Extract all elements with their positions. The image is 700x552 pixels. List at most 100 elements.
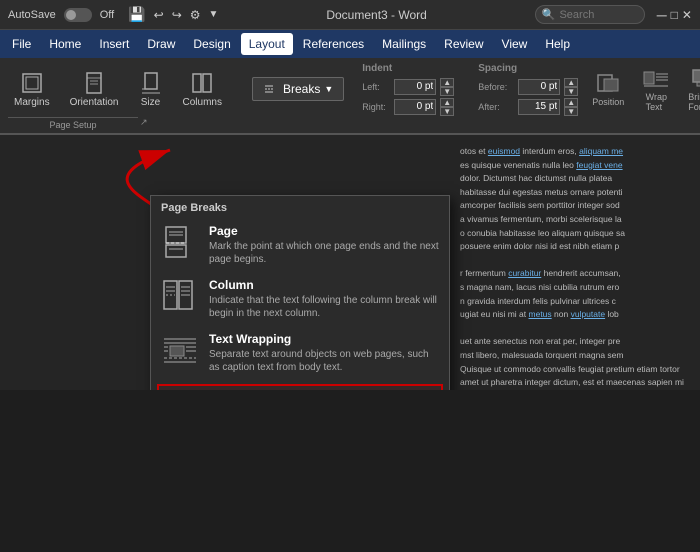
bring-forward-icon — [691, 66, 700, 90]
indent-left-input[interactable] — [394, 79, 436, 95]
indent-left-up[interactable]: ▲ — [440, 78, 454, 87]
break-textwrap-desc: Separate text around objects on web page… — [209, 348, 439, 374]
page-breaks-header: Page Breaks — [151, 196, 449, 218]
menu-references[interactable]: References — [295, 33, 372, 55]
title-bar-left: AutoSave Off 💾 ↩ ↪ ⚙ ▼ — [8, 6, 218, 23]
ribbon-labels-row: Page Setup ↗ — [0, 116, 700, 133]
title-bar: AutoSave Off 💾 ↩ ↪ ⚙ ▼ Document3 - Word … — [0, 0, 700, 30]
doc-line-18: amet ut pharetra integer dictum, est et … — [460, 376, 700, 390]
bring-forward-button[interactable]: BringForward — [682, 62, 700, 116]
maximize-button[interactable]: □ — [671, 8, 678, 22]
autosave-toggle[interactable] — [64, 8, 92, 22]
spacing-after-up[interactable]: ▲ — [564, 98, 578, 107]
doc-link-1[interactable]: euismod — [488, 146, 520, 156]
size-icon — [139, 71, 163, 95]
wrap-text-label: WrapText — [646, 92, 667, 112]
doc-link-6[interactable]: vulputate — [571, 309, 606, 319]
breaks-button[interactable]: Breaks ▼ — [252, 77, 344, 101]
break-textwrap-icon — [162, 333, 198, 369]
break-column-desc: Indicate that the text following the col… — [209, 294, 439, 320]
break-page-icon — [162, 225, 198, 261]
indent-right-spinners: ▲ ▼ — [440, 98, 454, 116]
menu-file[interactable]: File — [4, 33, 39, 55]
indent-left-spinners: ▲ ▼ — [440, 78, 454, 96]
close-button[interactable]: ✕ — [682, 8, 692, 22]
arrange-group: Position WrapText BringForward — [586, 62, 700, 116]
bring-forward-label: BringForward — [688, 92, 700, 112]
break-column-item[interactable]: Column Indicate that the text following … — [151, 272, 449, 326]
menu-design[interactable]: Design — [185, 33, 238, 55]
break-column-icon — [162, 279, 198, 315]
dropdown-icon[interactable]: ▼ — [209, 9, 219, 20]
break-textwrap-text: Text Wrapping Separate text around objec… — [209, 332, 439, 374]
customize-icon[interactable]: ⚙ — [190, 8, 201, 22]
section-breaks-box: Section Breaks Next Page — [157, 384, 443, 390]
orientation-icon — [82, 71, 106, 95]
spacing-header: Spacing — [478, 63, 578, 76]
spacing-before-input[interactable] — [518, 79, 560, 95]
menu-review[interactable]: Review — [436, 33, 491, 55]
doc-line-2: es quisque venenatis nulla leo feugiat v… — [460, 159, 700, 173]
save-icon[interactable]: 💾 — [128, 6, 145, 23]
break-page-desc: Mark the point at which one page ends an… — [209, 240, 439, 266]
indent-right-up[interactable]: ▲ — [440, 98, 454, 107]
minimize-button[interactable]: ─ — [657, 7, 667, 23]
indent-right-label: Right: — [362, 102, 390, 112]
size-label: Size — [141, 97, 160, 108]
position-button[interactable]: Position — [586, 67, 630, 111]
page-setup-expand[interactable]: ↗ — [140, 117, 148, 130]
position-icon — [594, 71, 622, 95]
doc-line-4: habitasse dui egestas metus ornare poten… — [460, 186, 700, 200]
spacing-before-label: Before: — [478, 82, 514, 92]
break-column-text: Column Indicate that the text following … — [209, 278, 439, 320]
search-placeholder[interactable]: Search — [559, 9, 594, 21]
menu-view[interactable]: View — [494, 33, 536, 55]
redo-icon[interactable]: ↪ — [172, 8, 182, 22]
wrap-text-button[interactable]: WrapText — [636, 62, 676, 116]
size-button[interactable]: Size — [133, 67, 169, 112]
indent-right-down[interactable]: ▼ — [440, 107, 454, 116]
doc-link-2[interactable]: aliquam me — [579, 146, 623, 156]
margins-label: Margins — [14, 97, 50, 108]
doc-line-12: n gravida interdum felis pulvinar ultric… — [460, 295, 700, 309]
spacing-before-down[interactable]: ▼ — [564, 87, 578, 96]
doc-line-17: Quisque ut commodo convallis feugiat pre… — [460, 363, 700, 377]
spacing-after-down[interactable]: ▼ — [564, 107, 578, 116]
breaks-group: Breaks ▼ — [252, 77, 344, 101]
ribbon: Margins Orientation Size Colu — [0, 58, 700, 135]
doc-line-6: a vivamus fermentum, morbi scelerisque l… — [460, 213, 700, 227]
indent-right-input[interactable] — [394, 99, 436, 115]
menu-draw[interactable]: Draw — [139, 33, 183, 55]
ribbon-top: Margins Orientation Size Colu — [0, 58, 700, 116]
columns-button[interactable]: Columns — [177, 67, 228, 112]
doc-link-5[interactable]: metus — [529, 309, 552, 319]
doc-title: Document3 - Word — [326, 8, 426, 22]
indent-left-row: Left: ▲ ▼ — [362, 78, 454, 96]
doc-link-3[interactable]: feugiat vene — [576, 160, 622, 170]
menu-layout[interactable]: Layout — [241, 33, 293, 55]
menu-help[interactable]: Help — [537, 33, 578, 55]
undo-icon[interactable]: ↩ — [154, 8, 164, 22]
spacing-after-spinners: ▲ ▼ — [564, 98, 578, 116]
spacing-before-up[interactable]: ▲ — [564, 78, 578, 87]
doc-line-15: uet ante senectus non erat per, integer … — [460, 335, 700, 349]
menu-bar: File Home Insert Draw Design Layout Refe… — [0, 30, 700, 58]
menu-mailings[interactable]: Mailings — [374, 33, 434, 55]
menu-home[interactable]: Home — [41, 33, 89, 55]
doc-line-5: amcorper facilisis sem porttitor integer… — [460, 199, 700, 213]
doc-link-4[interactable]: curabitur — [508, 268, 541, 278]
spacing-after-input[interactable] — [518, 99, 560, 115]
spacing-block: Spacing Before: ▲ ▼ After: ▲ ▼ — [478, 63, 578, 116]
breaks-chevron-icon: ▼ — [324, 84, 333, 94]
doc-line-11: s magna nam, lacus nisi cubilia rutrum e… — [460, 281, 700, 295]
margins-icon — [20, 71, 44, 95]
margins-button[interactable]: Margins — [8, 67, 56, 112]
orientation-button[interactable]: Orientation — [64, 67, 125, 112]
menu-insert[interactable]: Insert — [91, 33, 137, 55]
break-textwrap-item[interactable]: Text Wrapping Separate text around objec… — [151, 326, 449, 380]
position-label: Position — [592, 97, 624, 107]
indent-left-down[interactable]: ▼ — [440, 87, 454, 96]
break-page-item[interactable]: Page Mark the point at which one page en… — [151, 218, 449, 272]
doc-line-8: posuere enim dolor nisi id est nibh etia… — [460, 240, 700, 254]
main-area: Page Breaks Page Mark the point at which… — [0, 135, 700, 390]
